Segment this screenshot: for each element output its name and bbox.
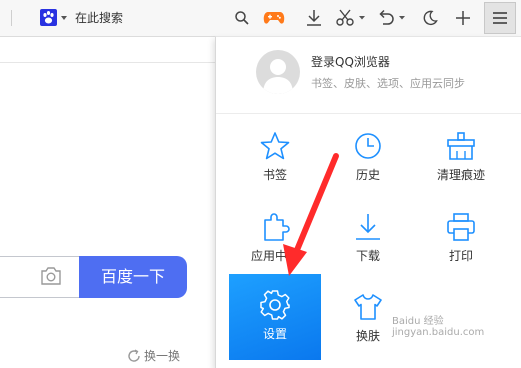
menu-item-print[interactable]: 打印 — [415, 202, 507, 280]
search-icon — [235, 11, 249, 25]
toolbar-divider — [11, 10, 12, 26]
login-title[interactable]: 登录QQ浏览器 — [311, 53, 390, 70]
main-menu-button[interactable] — [484, 2, 516, 34]
night-mode-button[interactable] — [418, 6, 442, 30]
game-button[interactable] — [262, 6, 286, 30]
tshirt-icon — [354, 294, 382, 320]
page-divider — [0, 62, 230, 63]
menu-item-settings[interactable]: 设置 — [229, 274, 321, 360]
menu-item-history[interactable]: 历史 — [322, 121, 414, 199]
plus-icon — [456, 11, 470, 25]
camera-icon — [41, 267, 61, 285]
menu-divider — [216, 113, 521, 114]
clock-icon — [355, 133, 381, 159]
menu-item-label: 书签 — [262, 168, 287, 182]
search-engine-selector[interactable] — [40, 9, 70, 27]
menu-item-label: 历史 — [355, 168, 380, 182]
screenshot-button[interactable] — [334, 6, 370, 30]
browser-toolbar: 在此搜索 — [0, 0, 521, 37]
menu-item-downloads[interactable]: 下载 — [322, 202, 414, 280]
login-section[interactable]: 登录QQ浏览器 书签、皮肤、选项、应用云同步 — [216, 37, 521, 107]
search-placeholder[interactable]: 在此搜索 — [75, 9, 123, 27]
menu-item-bookmarks[interactable]: 书签 — [229, 121, 321, 199]
menu-item-app-center[interactable]: 应用中心 — [229, 202, 321, 280]
download-icon — [307, 10, 321, 26]
undo-button[interactable] — [376, 6, 412, 30]
menu-icon — [493, 12, 507, 24]
printer-icon — [447, 213, 475, 241]
refresh-label: 换一换 — [144, 349, 181, 363]
undo-icon — [379, 9, 405, 25]
user-avatar-icon — [263, 59, 293, 94]
chevron-down-icon — [359, 16, 365, 20]
gear-icon — [260, 290, 290, 320]
moon-icon — [423, 10, 438, 26]
broom-icon — [447, 132, 475, 160]
search-button[interactable] — [230, 6, 254, 30]
baidu-search-button[interactable]: 百度一下 — [79, 256, 187, 298]
avatar[interactable] — [256, 50, 300, 94]
menu-item-label: 设置 — [262, 327, 287, 341]
game-controller-icon — [263, 12, 285, 24]
star-icon — [260, 132, 290, 160]
new-tab-button[interactable] — [451, 6, 475, 30]
download-icon — [356, 214, 380, 240]
puzzle-icon — [264, 213, 290, 241]
baidu-paw-icon — [40, 9, 67, 26]
refresh-link[interactable]: 换一换 — [127, 347, 180, 364]
menu-item-label: 下载 — [355, 249, 380, 263]
chevron-down-icon — [61, 16, 67, 20]
scissors-icon — [336, 9, 365, 26]
download-button[interactable] — [302, 6, 326, 30]
menu-item-clear-traces[interactable]: 清理痕迹 — [415, 121, 507, 199]
refresh-icon — [128, 348, 140, 362]
menu-item-label: 打印 — [448, 249, 473, 263]
login-subtitle: 书签、皮肤、选项、应用云同步 — [311, 77, 465, 90]
watermark: Baidu 经验 jingyan.baidu.com — [392, 316, 485, 338]
image-search-button[interactable] — [40, 266, 62, 286]
menu-item-label: 应用中心 — [250, 249, 299, 263]
menu-item-label: 换肤 — [355, 329, 380, 343]
chevron-down-icon — [399, 16, 405, 20]
menu-item-label: 清理痕迹 — [436, 168, 485, 182]
